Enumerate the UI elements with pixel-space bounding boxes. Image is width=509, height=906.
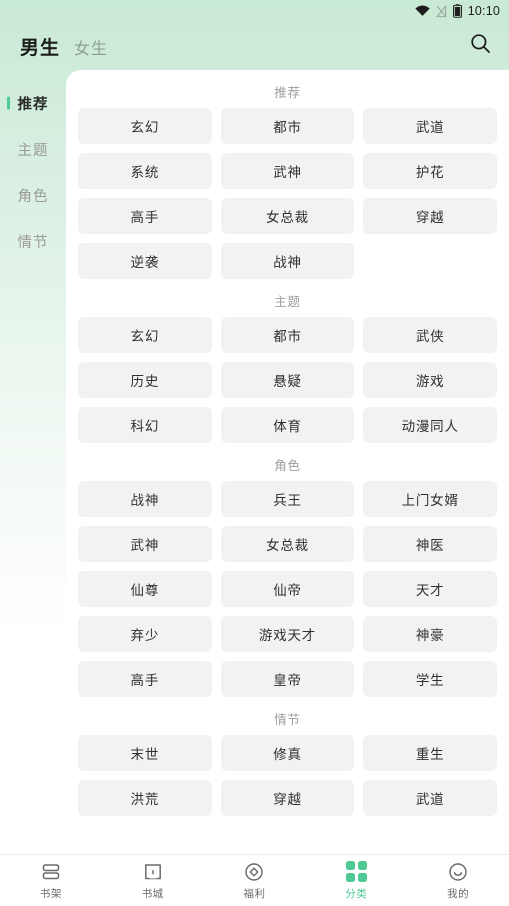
category-chip[interactable]: 武神 (78, 526, 212, 562)
status-bar: 10:10 (0, 0, 509, 22)
category-chip[interactable]: 神医 (363, 526, 497, 562)
bookshelf-icon (40, 861, 62, 883)
tab-male[interactable]: 男生 (20, 33, 60, 60)
signal-off-icon (435, 4, 447, 18)
status-time: 10:10 (467, 4, 500, 18)
category-chip[interactable]: 皇帝 (220, 661, 355, 697)
section-title: 推荐 (274, 86, 301, 100)
category-chip[interactable]: 武道 (363, 780, 497, 816)
category-chip[interactable]: 都市 (220, 317, 355, 353)
wifi-icon (415, 5, 430, 17)
category-chip[interactable]: 上门女婿 (363, 481, 497, 517)
category-chip[interactable]: 武神 (220, 153, 355, 189)
category-chip[interactable]: 武侠 (363, 317, 497, 353)
category-chip[interactable]: 玄幻 (78, 108, 212, 144)
chip-grid: 玄幻 都市 武侠历史 悬疑 游戏科幻 体育 动漫同人 (78, 317, 497, 443)
nav-label: 福利 (243, 887, 266, 900)
category-chip[interactable]: 高手 (78, 661, 212, 697)
nav-item-bookshelf[interactable]: 书架 (0, 855, 102, 906)
nav-item-category[interactable]: 分类 (305, 855, 407, 906)
nav-label: 我的 (447, 887, 470, 900)
chip-grid: 末世 修真 重生洪荒 穿越 武道 (78, 735, 497, 816)
nav-item-mine[interactable]: 我的 (407, 855, 509, 906)
sidebar-item-juese[interactable]: 角色 (0, 172, 66, 218)
category-chip[interactable]: 游戏 (363, 362, 497, 398)
category-chip[interactable]: 玄幻 (78, 317, 212, 353)
nav-label: 书架 (39, 887, 62, 900)
sidebar-item-tuijian[interactable]: 推荐 (0, 80, 66, 126)
category-chip[interactable]: 神豪 (363, 616, 497, 652)
category-chip[interactable]: 都市 (220, 108, 355, 144)
chip-grid: 玄幻 都市 武道系统 武神 护花高手 女总裁 穿越逆袭 战神 (78, 108, 497, 279)
category-sidebar: 推荐 主题 角色 情节 (0, 70, 66, 854)
category-chip[interactable]: 高手 (78, 198, 212, 234)
category-chip[interactable]: 历史 (78, 362, 212, 398)
category-chip[interactable]: 仙尊 (78, 571, 212, 607)
battery-icon (452, 4, 462, 18)
category-chip[interactable]: 游戏天才 (220, 616, 355, 652)
grid-category-icon (345, 861, 367, 883)
sidebar-item-label: 情节 (17, 234, 49, 251)
section-title: 角色 (274, 459, 301, 473)
category-chip[interactable]: 战神 (220, 243, 355, 279)
chip-grid: 战神 兵王 上门女婿武神 女总裁 神医仙尊 仙帝 天才弃少 游戏天才 神豪高手 皇帝 学生 (78, 481, 497, 697)
category-chip[interactable]: 穿越 (363, 198, 497, 234)
category-chip[interactable]: 系统 (78, 153, 212, 189)
search-button[interactable] (465, 31, 495, 61)
category-chip[interactable]: 战神 (78, 481, 212, 517)
category-chip[interactable]: 重生 (363, 735, 497, 771)
open-book-icon (142, 861, 164, 883)
nav-label: 书城 (141, 887, 164, 900)
tab-female[interactable]: 女生 (74, 35, 108, 59)
category-chip[interactable]: 兵王 (220, 481, 355, 517)
app-root: 10:10 男生 女生 推荐 主题 角色 情节 推荐 玄幻 都市 武道 系统 武… (0, 0, 509, 906)
content-panel: 推荐 玄幻 都市 武道 系统 武神 护花 高手 女总裁 穿越 逆袭 战神 主题 玄幻 都市 武侠 历史 悬疑 游戏科… (66, 70, 509, 854)
category-chip[interactable]: 女总裁 (220, 198, 355, 234)
profile-smiley-icon (447, 861, 469, 883)
gift-circle-icon (243, 861, 265, 883)
category-chip[interactable]: 天才 (363, 571, 497, 607)
category-chip[interactable]: 修真 (220, 735, 355, 771)
sidebar-item-label: 主题 (17, 142, 49, 159)
section-title: 情节 (274, 713, 301, 727)
category-chip[interactable]: 武道 (363, 108, 497, 144)
sidebar-item-label: 推荐 (17, 96, 49, 113)
category-chip[interactable]: 科幻 (78, 407, 212, 443)
sidebar-item-zhuti[interactable]: 主题 (0, 126, 66, 172)
sidebar-active-indicator (7, 96, 10, 110)
category-chip[interactable]: 逆袭 (78, 243, 212, 279)
category-chip[interactable]: 弃少 (78, 616, 212, 652)
category-chip[interactable]: 动漫同人 (363, 407, 497, 443)
category-scroll-area[interactable]: 推荐 玄幻 都市 武道 系统 武神 护花 高手 女总裁 穿越 逆袭 战神 主题 玄幻 都市 武侠 历史 悬疑 游戏科… (66, 70, 509, 854)
category-chip[interactable]: 穿越 (220, 780, 355, 816)
category-chip[interactable]: 女总裁 (220, 526, 355, 562)
search-icon (470, 33, 491, 59)
sidebar-item-qingjie[interactable]: 情节 (0, 218, 66, 264)
bottom-navigation: 书架 书城 福利 分类 我的 (0, 854, 509, 906)
sidebar-item-label: 角色 (17, 188, 49, 205)
category-chip[interactable]: 末世 (78, 735, 212, 771)
category-chip[interactable]: 学生 (363, 661, 497, 697)
category-chip[interactable]: 仙帝 (220, 571, 355, 607)
nav-item-bookstore[interactable]: 书城 (102, 855, 204, 906)
app-header: 男生 女生 (0, 22, 509, 70)
gender-tabs: 男生 女生 (0, 33, 108, 60)
nav-item-welfare[interactable]: 福利 (204, 855, 306, 906)
category-chip[interactable]: 护花 (363, 153, 497, 189)
category-chip[interactable]: 体育 (220, 407, 355, 443)
category-chip[interactable]: 洪荒 (78, 780, 212, 816)
section-title: 主题 (274, 295, 301, 309)
category-chip[interactable]: 悬疑 (220, 362, 355, 398)
nav-label: 分类 (345, 887, 368, 900)
